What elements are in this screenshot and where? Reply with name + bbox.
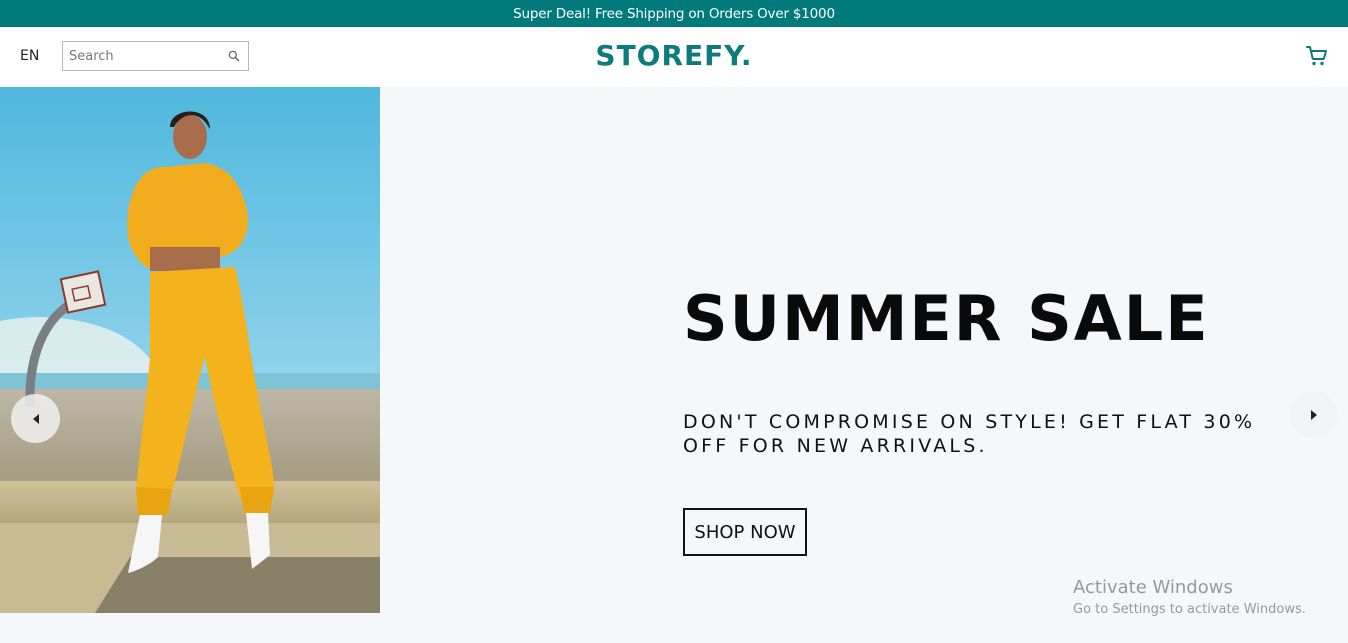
language-selector[interactable]: EN xyxy=(20,48,39,64)
announcement-bar: Super Deal! Free Shipping on Orders Over… xyxy=(0,0,1348,27)
search-input[interactable] xyxy=(69,46,219,66)
hero-description: Don't compromise on style! Get flat 30% … xyxy=(683,411,1256,457)
navbar: EN STOREFY. xyxy=(0,27,1348,87)
slider-prev-button[interactable] xyxy=(11,394,60,443)
announcement-text: Super Deal! Free Shipping on Orders Over… xyxy=(513,5,835,22)
shop-now-button[interactable]: SHOP NOW xyxy=(683,508,807,556)
cart-icon[interactable] xyxy=(1305,44,1329,68)
watermark-subtitle: Go to Settings to activate Windows. xyxy=(1073,602,1306,617)
search-container xyxy=(62,41,249,71)
hero-title: SUMMER SALE xyxy=(683,282,1210,355)
arrow-left-icon xyxy=(32,413,39,424)
search-icon[interactable] xyxy=(227,49,241,63)
windows-activation-watermark: Activate Windows Go to Settings to activ… xyxy=(1073,577,1306,617)
store-logo[interactable]: STOREFY. xyxy=(595,39,752,72)
arrow-right-icon xyxy=(1310,409,1317,420)
slider-next-button[interactable] xyxy=(1290,391,1337,438)
watermark-title: Activate Windows xyxy=(1073,577,1233,598)
hero-slider: SUMMER SALE Don't compromise on style! G… xyxy=(0,87,1348,613)
hero-photo-illustration xyxy=(0,87,380,613)
hero-image xyxy=(0,87,380,613)
